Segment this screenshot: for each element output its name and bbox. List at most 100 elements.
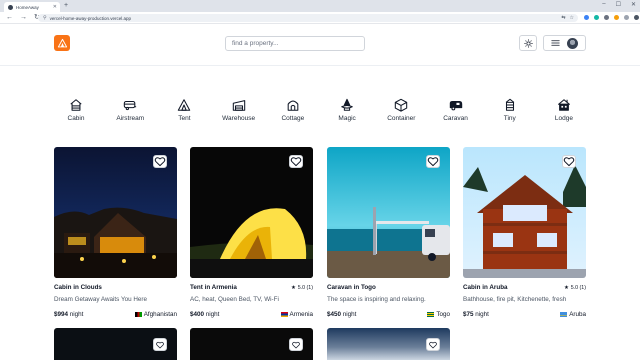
extension-icon[interactable]	[614, 15, 619, 20]
category-container[interactable]: Container	[379, 98, 423, 122]
country-name: Aruba	[569, 311, 586, 318]
extension-icon[interactable]	[594, 15, 599, 20]
category-caravan[interactable]: Caravan	[434, 98, 478, 122]
star-icon: ★	[563, 284, 569, 291]
category-magic[interactable]: Magic	[325, 98, 369, 122]
country-name: Afghanistan	[143, 311, 177, 318]
forward-icon[interactable]: →	[20, 14, 27, 22]
browser-toolbar: ← → ↻ ⚲ vercel-home-away-production.verc…	[0, 12, 640, 24]
minimize-icon[interactable]: –	[602, 1, 605, 8]
container-icon	[395, 98, 408, 112]
site-info-icon[interactable]: ⚲	[43, 15, 47, 21]
property-card[interactable]: Tent in Armenia ★ 5.0 (1) AC, heat, Queen…	[190, 147, 313, 318]
extension-icon[interactable]	[604, 15, 609, 20]
user-menu-button[interactable]	[543, 35, 586, 51]
app-header	[0, 24, 640, 66]
property-card[interactable]: Cabin in Aruba ★ 5.0 (1) Bathhouse, fire …	[463, 147, 586, 318]
flag-aruba-icon	[560, 312, 568, 317]
favorite-button[interactable]	[153, 155, 167, 168]
browser-menu-icon[interactable]	[634, 15, 639, 20]
url-text: vercel-home-away-production.vercel.app	[49, 15, 131, 21]
extensions-area	[584, 15, 639, 20]
search-input[interactable]	[225, 36, 365, 51]
property-tagline: Bathhouse, fire pit, Kitchenette, fresh	[463, 296, 567, 303]
address-bar[interactable]: ⚲ vercel-home-away-production.vercel.app…	[38, 14, 578, 22]
category-label: Tent	[178, 115, 191, 122]
browser-nav: ← → ↻	[6, 14, 40, 22]
category-cottage[interactable]: Cottage	[271, 98, 315, 122]
flag-armenia-icon	[280, 312, 288, 317]
favorite-button[interactable]	[153, 338, 167, 351]
airstream-icon	[124, 100, 137, 111]
magic-icon	[341, 98, 353, 111]
property-image[interactable]	[54, 147, 177, 278]
avatar	[567, 37, 579, 49]
favorite-button[interactable]	[426, 338, 440, 351]
cabin-icon	[70, 99, 82, 111]
category-label: Caravan	[443, 115, 468, 122]
property-title[interactable]: Caravan in Togo	[327, 284, 376, 291]
category-warehouse[interactable]: Warehouse	[217, 98, 261, 122]
sun-icon	[523, 38, 533, 48]
property-image[interactable]	[190, 147, 313, 278]
country-name: Armenia	[289, 311, 313, 318]
bookmark-icon[interactable]: ☆	[570, 15, 574, 21]
window-controls: – ☐ ✕	[602, 1, 636, 8]
hamburger-icon	[551, 40, 560, 46]
heart-icon	[292, 341, 300, 348]
favorite-button[interactable]	[426, 155, 440, 168]
category-airstream[interactable]: Airstream	[108, 98, 152, 122]
category-tiny[interactable]: Tiny	[488, 98, 532, 122]
extension-icon[interactable]	[584, 15, 589, 20]
favorite-button[interactable]	[289, 338, 303, 351]
theme-toggle-button[interactable]	[519, 35, 537, 51]
price-unit: night	[342, 311, 357, 318]
category-label: Magic	[338, 115, 356, 122]
lodge-icon	[557, 99, 570, 111]
property-card[interactable]	[327, 328, 450, 360]
property-title[interactable]: Cabin in Clouds	[54, 284, 102, 291]
caravan-icon	[449, 100, 462, 111]
tab-close-icon[interactable]: ✕	[53, 4, 57, 10]
category-label: Warehouse	[222, 115, 256, 122]
property-card[interactable]: Cabin in Clouds Dream Getaway Awaits You…	[54, 147, 177, 318]
rating-text: 5.0 (1)	[297, 284, 313, 291]
property-country: Armenia	[280, 311, 313, 318]
tent-logo-icon	[57, 38, 67, 47]
property-image[interactable]	[327, 147, 450, 278]
maximize-icon[interactable]: ☐	[616, 1, 621, 8]
property-image[interactable]	[463, 147, 586, 278]
property-card[interactable]	[190, 328, 313, 360]
cottage-icon	[287, 100, 299, 111]
property-card[interactable]	[54, 328, 177, 360]
favorite-button[interactable]	[289, 155, 303, 168]
category-bar: Cabin Airstream Tent Warehouse Cottage M…	[54, 98, 586, 122]
tent-icon	[178, 99, 191, 111]
property-tagline: Dream Getaway Awaits You Here	[54, 296, 147, 303]
category-cabin[interactable]: Cabin	[54, 98, 98, 122]
back-icon[interactable]: ←	[6, 14, 13, 22]
category-label: Cottage	[281, 115, 305, 122]
property-title[interactable]: Cabin in Aruba	[463, 284, 508, 291]
star-icon: ★	[290, 284, 296, 291]
heart-icon	[429, 341, 437, 348]
window-close-icon[interactable]: ✕	[631, 1, 636, 8]
translate-icon[interactable]: ⇆	[561, 15, 565, 21]
category-label: Cabin	[67, 115, 85, 122]
favorite-button[interactable]	[562, 155, 576, 168]
new-tab-icon[interactable]: +	[64, 2, 68, 10]
heart-icon	[427, 157, 439, 167]
price-unit: night	[205, 311, 220, 318]
category-label: Tiny	[503, 115, 516, 122]
logo-button[interactable]	[54, 35, 70, 51]
profile-icon[interactable]	[624, 15, 629, 20]
property-title[interactable]: Tent in Armenia	[190, 284, 237, 291]
property-country: Aruba	[560, 311, 586, 318]
category-tent[interactable]: Tent	[162, 98, 206, 122]
browser-tab[interactable]: HomeAway ✕	[4, 2, 60, 12]
flag-togo-icon	[427, 312, 435, 317]
tab-favicon-icon	[8, 4, 13, 10]
property-card[interactable]: Caravan in Togo The space is inspiring a…	[327, 147, 450, 318]
heart-icon	[156, 341, 164, 348]
category-lodge[interactable]: Lodge	[542, 98, 586, 122]
